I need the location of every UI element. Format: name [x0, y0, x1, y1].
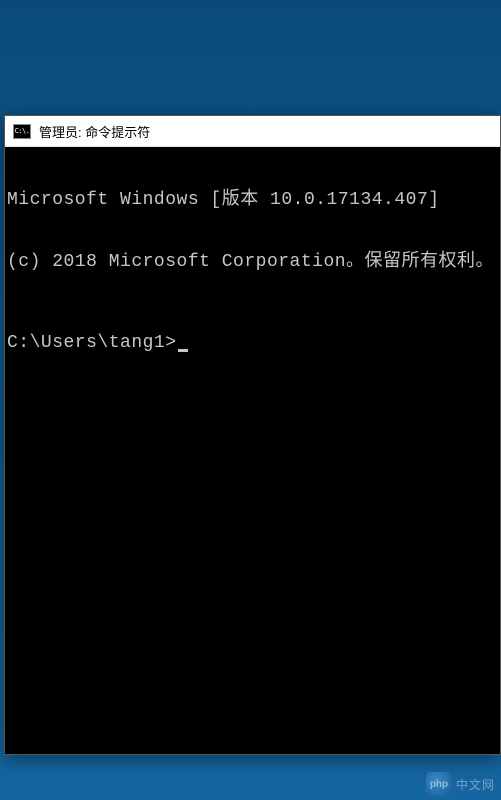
cursor-icon — [178, 349, 188, 352]
terminal-prompt: C:\Users\tang1> — [7, 333, 177, 354]
cmd-icon-label: C:\. — [15, 128, 30, 135]
titlebar[interactable]: C:\. 管理员: 命令提示符 — [5, 116, 500, 147]
terminal-prompt-line: C:\Users\tang1> — [7, 333, 498, 354]
terminal-copyright-line: (c) 2018 Microsoft Corporation。保留所有权利。 — [7, 252, 498, 273]
watermark: php 中文网 — [426, 772, 495, 796]
cmd-icon: C:\. — [13, 124, 31, 139]
cmd-window: C:\. 管理员: 命令提示符 Microsoft Windows [版本 10… — [4, 115, 501, 755]
terminal-version-line: Microsoft Windows [版本 10.0.17134.407] — [7, 190, 498, 211]
watermark-badge-icon: php — [426, 772, 452, 796]
window-title: 管理员: 命令提示符 — [39, 122, 150, 141]
terminal-body[interactable]: Microsoft Windows [版本 10.0.17134.407] (c… — [5, 147, 500, 754]
watermark-text: 中文网 — [456, 776, 495, 793]
